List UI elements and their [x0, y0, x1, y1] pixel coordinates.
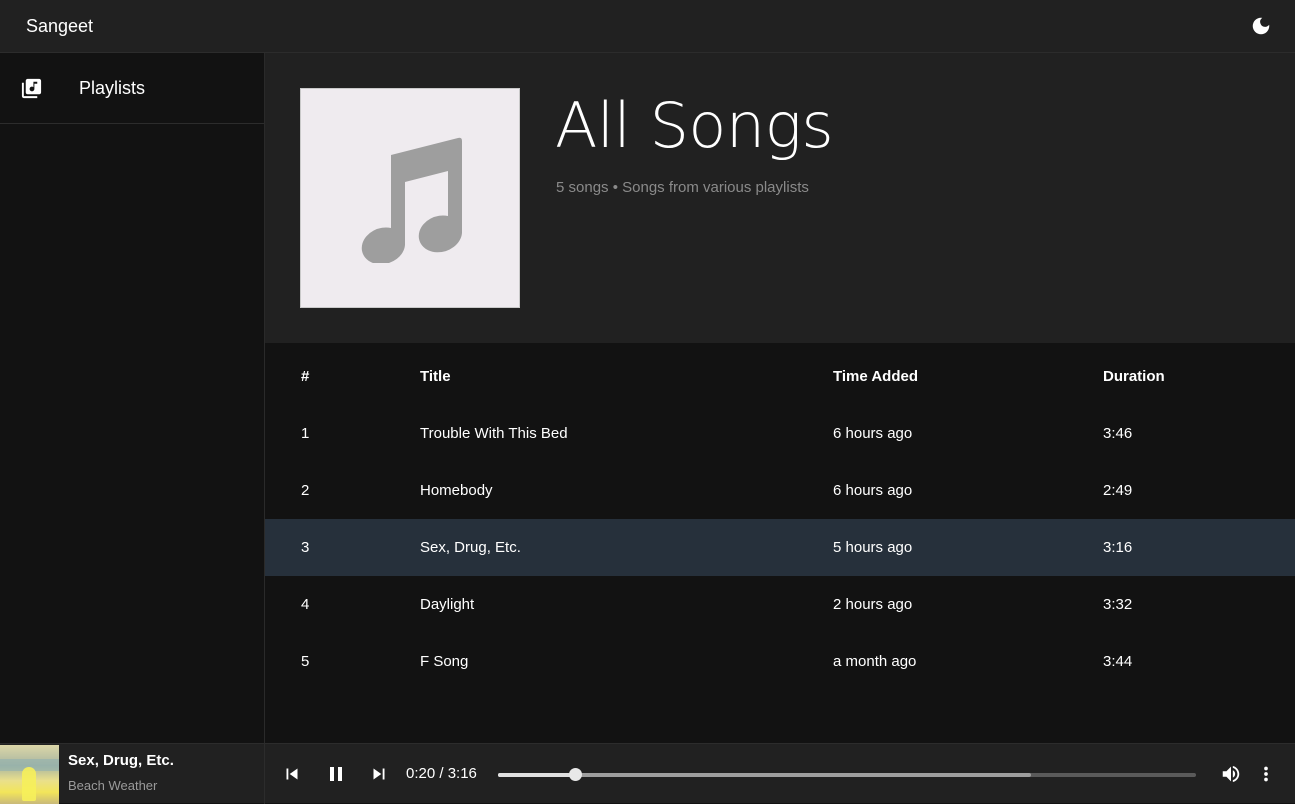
seek-slider[interactable]	[498, 768, 1196, 781]
table-row[interactable]: 5 F Song a month ago 3:44	[265, 633, 1295, 690]
more-options-button[interactable]	[1254, 762, 1278, 786]
songs-table: # Title Time Added Duration 1 Trouble Wi…	[265, 343, 1295, 690]
music-note-icon	[361, 137, 462, 263]
now-playing-info: Sex, Drug, Etc. Beach Weather	[68, 752, 258, 793]
player-divider	[264, 744, 265, 804]
seek-thumb[interactable]	[568, 768, 582, 781]
sidebar-item-label: Playlists	[79, 77, 146, 98]
time-readout: 0:20 / 3:16	[406, 765, 477, 782]
player-bar: Sex, Drug, Etc. Beach Weather 0:20 / 3:1…	[0, 743, 1295, 804]
now-playing-artist: Beach Weather	[68, 778, 158, 793]
moon-icon	[1252, 17, 1270, 35]
table-header-row: # Title Time Added Duration	[265, 343, 1295, 405]
track-title: Daylight	[420, 596, 475, 613]
table-row[interactable]: 2 Homebody 6 hours ago 2:49	[265, 462, 1295, 519]
playlist-cover	[300, 88, 520, 308]
sidebar: Playlists	[0, 53, 265, 743]
album-art	[0, 745, 59, 804]
track-time-added: 2 hours ago	[833, 596, 913, 613]
more-vert-icon	[1264, 766, 1268, 782]
track-time-added: a month ago	[833, 653, 917, 670]
sidebar-item-playlists[interactable]: Playlists	[0, 53, 264, 124]
previous-button[interactable]	[280, 762, 304, 786]
track-number: 1	[301, 425, 310, 442]
playlist-subtitle: 5 songs • Songs from various playlists	[556, 179, 809, 196]
app-bar: Sangeet	[0, 0, 1295, 53]
track-title: F Song	[420, 653, 469, 670]
track-time-added: 6 hours ago	[833, 425, 913, 442]
track-duration: 3:46	[1103, 425, 1133, 442]
volume-button[interactable]	[1219, 762, 1243, 786]
table-row[interactable]: 3 Sex, Drug, Etc. 5 hours ago 3:16	[265, 519, 1295, 576]
track-number: 5	[301, 653, 310, 670]
track-title: Sex, Drug, Etc.	[420, 539, 521, 556]
seek-progress	[498, 773, 575, 777]
table-row[interactable]: 4 Daylight 2 hours ago 3:32	[265, 576, 1295, 633]
col-header-duration: Duration	[1103, 367, 1165, 385]
table-row[interactable]: 1 Trouble With This Bed 6 hours ago 3:46	[265, 405, 1295, 462]
skip-previous-icon	[286, 768, 298, 780]
pause-icon	[330, 767, 342, 781]
main-content: All Songs 5 songs • Songs from various p…	[265, 53, 1295, 743]
track-title: Homebody	[420, 482, 493, 499]
playlist-header: All Songs 5 songs • Songs from various p…	[265, 53, 1295, 343]
track-duration: 2:49	[1103, 482, 1133, 499]
volume-icon	[1222, 765, 1240, 783]
track-title: Trouble With This Bed	[420, 425, 568, 442]
playlist-title: All Songs	[555, 89, 834, 162]
track-duration: 3:44	[1103, 653, 1133, 670]
track-time-added: 5 hours ago	[833, 539, 913, 556]
pause-button[interactable]	[324, 762, 348, 786]
track-duration: 3:16	[1103, 539, 1133, 556]
now-playing-title: Sex, Drug, Etc.	[68, 752, 174, 769]
next-button[interactable]	[367, 762, 391, 786]
skip-next-icon	[373, 768, 385, 780]
app-title: Sangeet	[26, 15, 94, 36]
track-number: 3	[301, 539, 310, 556]
track-duration: 3:32	[1103, 596, 1133, 613]
track-time-added: 6 hours ago	[833, 482, 913, 499]
dark-mode-toggle[interactable]	[1249, 14, 1273, 38]
col-header-number: #	[301, 367, 310, 385]
track-number: 2	[301, 482, 310, 499]
col-header-title: Title	[420, 367, 451, 385]
track-number: 4	[301, 596, 310, 613]
col-header-time-added: Time Added	[833, 367, 919, 385]
library-music-icon	[20, 77, 43, 100]
